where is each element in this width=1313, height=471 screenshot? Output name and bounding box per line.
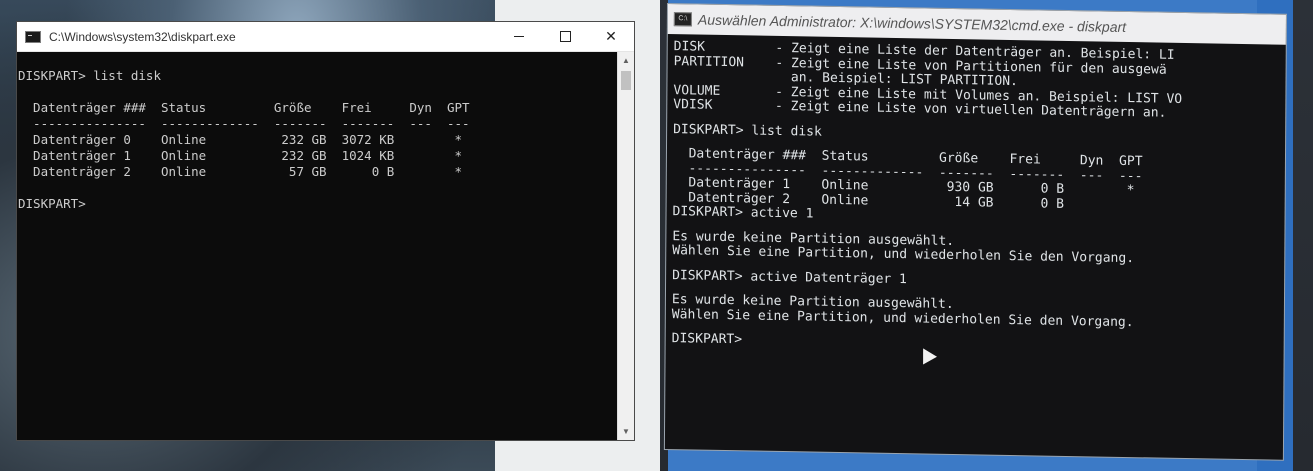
maximize-button[interactable] [542,22,588,52]
photo-cmd-window: C:\ Auswählen Administrator: X:\windows\… [664,4,1286,460]
scroll-thumb[interactable] [621,71,631,90]
console-line: Datenträger 0 Online 232 GB 3072 KB * [18,132,463,147]
close-icon: ✕ [605,28,617,44]
photo-of-monitor: C:\ Auswählen Administrator: X:\windows\… [660,0,1313,471]
console-line: Datenträger 2 Online 57 GB 0 B * [18,164,463,179]
maximize-icon [559,31,571,42]
diskpart-window[interactable]: C:\Windows\system32\diskpart.exe ✕ DISKP… [16,21,635,441]
console-line: Datenträger 1 Online 232 GB 1024 KB * [18,148,463,163]
console-output[interactable]: DISKPART> list disk Datenträger ### Stat… [17,52,617,440]
console-app-icon [25,30,41,43]
window-title: C:\Windows\system32\diskpart.exe [49,29,236,44]
scroll-up-icon[interactable]: ▲ [618,52,634,69]
console-line: DISKPART> list disk [18,68,161,83]
console-line: Datenträger ### Status Größe Frei Dyn GP… [18,100,470,115]
window-titlebar[interactable]: C:\Windows\system32\diskpart.exe ✕ [17,22,634,52]
vertical-scrollbar[interactable]: ▲ ▼ [617,52,634,440]
close-button[interactable]: ✕ [588,22,634,52]
console-line: --------------- ------------- ------- --… [18,116,470,131]
minimize-icon [514,36,524,37]
photo-cmd-title: Auswählen Administrator: X:\windows\SYST… [697,11,1127,35]
photo-cmd-output: DISK - Zeigt eine Liste der Datenträger … [666,34,1286,357]
cmd-icon: C:\ [673,12,692,27]
scroll-down-icon[interactable]: ▼ [618,423,634,440]
minimize-button[interactable] [496,22,542,52]
photo-monitor-screen: C:\ Auswählen Administrator: X:\windows\… [664,0,1293,471]
console-line: DISKPART> [18,196,94,211]
